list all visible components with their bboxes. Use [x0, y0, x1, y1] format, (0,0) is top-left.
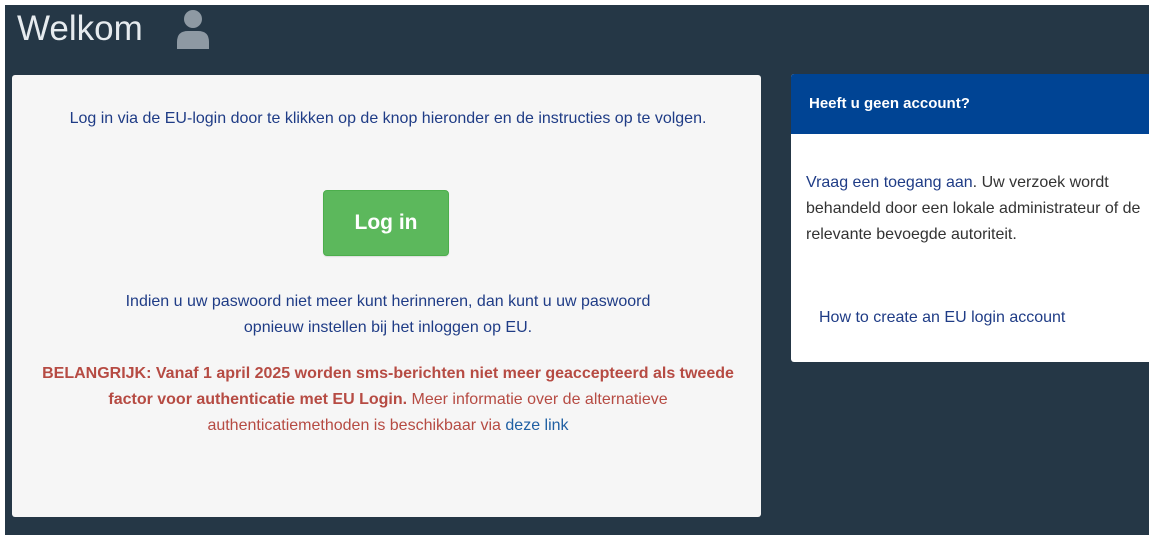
- welcome-header: Welkom: [17, 8, 211, 50]
- page-container: Welkom Log in via de EU-login door te kl…: [5, 5, 1149, 535]
- login-button[interactable]: Log in: [323, 190, 449, 256]
- user-icon: [175, 9, 211, 49]
- login-card: Log in via de EU-login door te klikken o…: [12, 75, 761, 517]
- no-account-panel: Heeft u geen account? Vraag een toegang …: [791, 74, 1149, 362]
- more-info-link[interactable]: deze link: [505, 417, 568, 434]
- request-access-text: Vraag een toegang aan. Uw verzoek wordt …: [806, 170, 1146, 248]
- password-reset-line-2: opnieuw instellen bij het inloggen op EU…: [243, 319, 533, 336]
- request-access-link[interactable]: Vraag een toegang aan: [806, 174, 973, 191]
- no-account-panel-title: Heeft u geen account?: [791, 74, 1149, 134]
- howto-create-account-link[interactable]: How to create an EU login account: [819, 305, 1065, 331]
- login-instructions: Log in via de EU-login door te klikken o…: [69, 110, 707, 127]
- important-notice: BELANGRIJK: Vanaf 1 april 2025 worden sm…: [36, 361, 740, 439]
- page-title: Welkom: [17, 9, 143, 48]
- password-reset-line-1: Indien u uw paswoord niet meer kunt heri…: [125, 293, 651, 310]
- password-reset-text: Indien u uw paswoord niet meer kunt heri…: [42, 289, 734, 341]
